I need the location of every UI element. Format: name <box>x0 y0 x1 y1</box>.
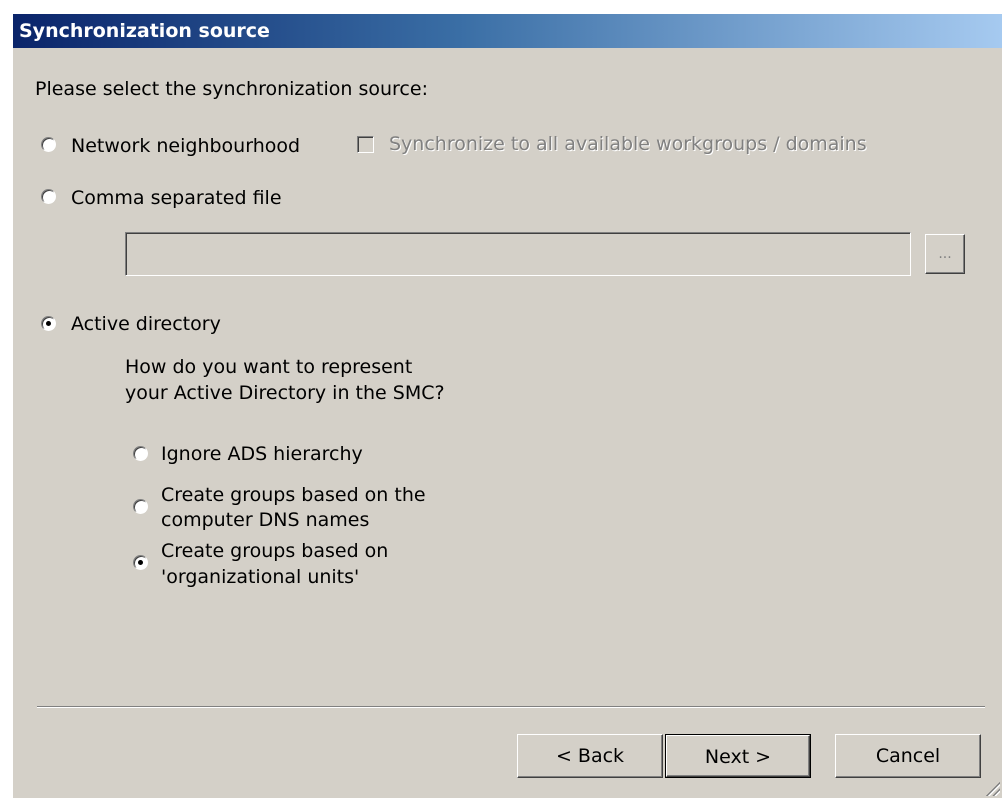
ad-question-line2: your Active Directory in the SMC? <box>125 382 445 404</box>
cancel-button[interactable]: Cancel <box>835 734 981 778</box>
footer-separator <box>37 706 985 708</box>
ou-groups-label-line1[interactable]: Create groups based on <box>161 540 388 562</box>
browse-button[interactable]: ... <box>925 234 965 274</box>
next-button[interactable]: Next > <box>665 734 811 778</box>
ad-question-line1: How do you want to represent <box>125 356 413 378</box>
resize-grip-icon[interactable] <box>984 780 1000 796</box>
sync-all-checkbox[interactable] <box>357 136 374 153</box>
dialog-title: Synchronization source <box>13 14 1002 48</box>
active-directory-label[interactable]: Active directory <box>71 313 221 335</box>
ignore-ads-label[interactable]: Ignore ADS hierarchy <box>161 443 363 465</box>
dns-groups-label-line1[interactable]: Create groups based on the <box>161 484 426 506</box>
wizard-dialog: Synchronization source Please select the… <box>12 14 1002 798</box>
ou-groups-label-line2[interactable]: 'organizational units' <box>161 566 359 588</box>
ignore-ads-radio[interactable] <box>133 446 148 461</box>
sync-all-label[interactable]: Synchronize to all available workgroups … <box>389 133 867 155</box>
network-neighbourhood-radio[interactable] <box>41 137 56 152</box>
csv-radio[interactable] <box>41 189 56 204</box>
dns-groups-radio[interactable] <box>133 499 148 514</box>
back-button[interactable]: < Back <box>517 734 663 778</box>
dns-groups-label-line2[interactable]: computer DNS names <box>161 509 369 531</box>
csv-label[interactable]: Comma separated file <box>71 187 282 209</box>
prompt-label: Please select the synchronization source… <box>35 78 428 100</box>
ou-groups-radio[interactable] <box>133 555 148 570</box>
active-directory-radio[interactable] <box>41 316 56 331</box>
csv-path-input[interactable] <box>125 232 911 276</box>
network-neighbourhood-label[interactable]: Network neighbourhood <box>71 135 300 157</box>
